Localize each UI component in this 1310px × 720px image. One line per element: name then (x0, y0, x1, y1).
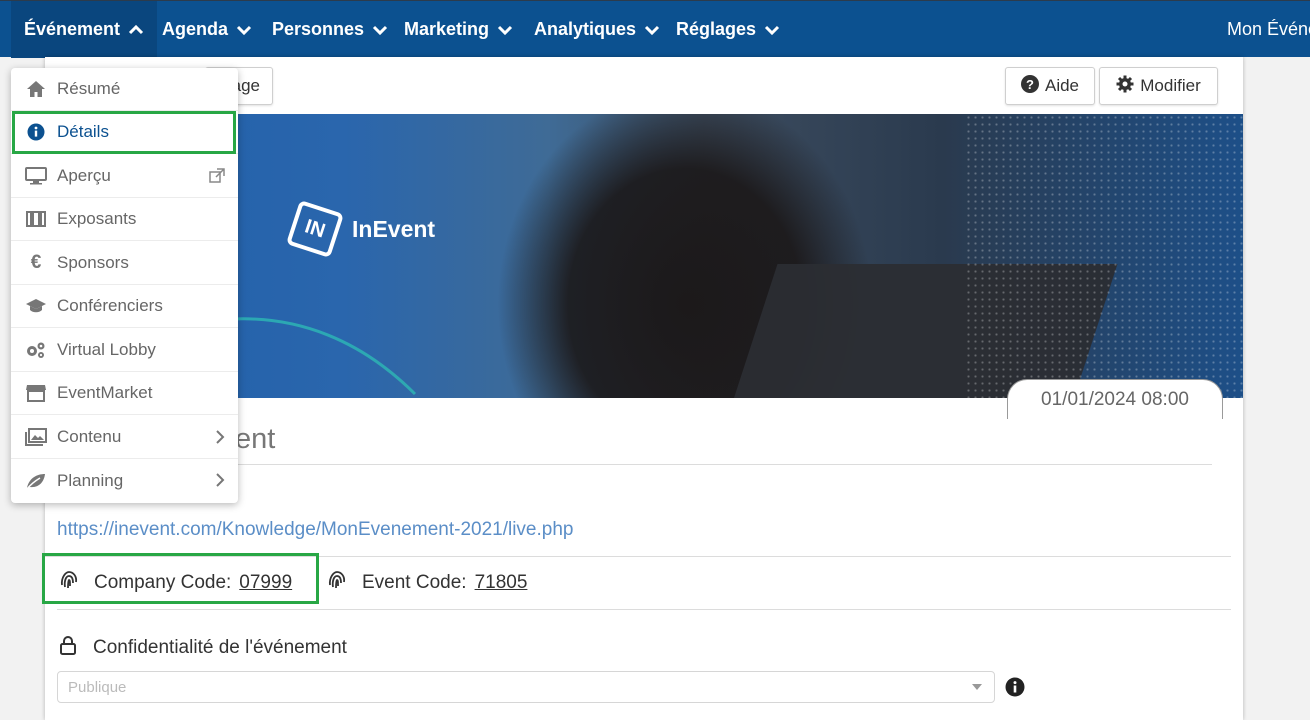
event-code-label: Event Code: (362, 572, 467, 593)
menu-item-planning[interactable]: Planning (11, 459, 238, 502)
caret-down-icon (972, 684, 982, 690)
privacy-select[interactable]: Publique (57, 671, 995, 703)
graduation-cap-icon (24, 298, 48, 314)
gear-icon (1116, 75, 1140, 98)
monitor-icon (24, 167, 48, 185)
menu-item-label: Exposants (57, 209, 137, 228)
top-navigation-bar: Événement Agenda Personnes Marketing Ana… (0, 0, 1310, 58)
nav-item-personnes[interactable]: Personnes (272, 1, 388, 58)
svg-text:?: ? (1026, 77, 1034, 92)
menu-item-label: Virtual Lobby (57, 340, 156, 359)
privacy-section-header: Confidentialité de l'événement (59, 635, 347, 661)
inevent-logo-mark: IN (286, 200, 344, 258)
menu-item-apercu[interactable]: Aperçu (11, 155, 238, 198)
chevron-down-icon (497, 25, 513, 35)
help-button-label: Aide (1044, 76, 1080, 95)
images-icon (24, 428, 48, 446)
company-code-highlight (42, 553, 319, 604)
nav-item-label: Personnes (272, 19, 365, 39)
question-circle-icon: ? (1020, 74, 1045, 98)
menu-item-label: Sponsors (57, 253, 129, 272)
store-icon (24, 384, 48, 402)
menu-item-label: Résumé (57, 79, 121, 98)
gears-icon (24, 341, 48, 359)
chevron-down-icon (644, 25, 660, 35)
external-link-icon (209, 168, 225, 189)
euro-icon: € (30, 252, 42, 273)
menu-item-label: Aperçu (57, 166, 111, 185)
event-title: ent (235, 423, 276, 455)
home-icon (24, 80, 48, 98)
nav-item-label: Marketing (404, 19, 490, 39)
chevron-down-icon (236, 25, 252, 35)
nav-event-name-label: Mon Événe (1227, 19, 1310, 39)
privacy-select-value: Publique (68, 678, 127, 696)
nav-item-agenda[interactable]: Agenda (162, 1, 252, 58)
nav-event-name[interactable]: Mon Événe (1227, 1, 1310, 58)
chevron-down-icon (764, 25, 780, 35)
chevron-down-icon (372, 25, 388, 35)
chevron-right-icon (215, 472, 225, 492)
menu-item-eventmarket[interactable]: EventMarket (11, 372, 238, 415)
booth-icon (24, 210, 48, 228)
leaf-icon (24, 472, 48, 490)
privacy-label: Confidentialité de l'événement (93, 637, 347, 658)
info-circle-icon[interactable] (1005, 677, 1025, 702)
chevron-right-icon (215, 429, 225, 449)
details-highlight (12, 111, 236, 154)
menu-item-label: EventMarket (57, 383, 153, 402)
menu-item-contenu[interactable]: Contenu (11, 416, 238, 459)
chevron-up-icon (128, 24, 144, 35)
banner-dot-pattern (965, 114, 1243, 398)
event-url-link[interactable]: https://inevent.com/Knowledge/MonEveneme… (57, 519, 573, 541)
menu-item-virtual-lobby[interactable]: Virtual Lobby (11, 329, 238, 372)
menu-item-label: Conférenciers (57, 296, 163, 315)
event-date-badge: 01/01/2024 08:00 (1007, 379, 1223, 419)
nav-item-evenement[interactable]: Événement (11, 1, 158, 58)
nav-item-label: Analytiques (534, 19, 637, 39)
evenement-dropdown-menu: Résumé Détails Aperçu Exposants € Sponso… (11, 68, 238, 503)
divider (57, 609, 1231, 610)
nav-item-label: Événement (24, 19, 121, 39)
fingerprint-icon (326, 569, 362, 597)
menu-item-exposants[interactable]: Exposants (11, 198, 238, 241)
inevent-logo: IN InEvent (286, 200, 436, 258)
menu-item-conferenciers[interactable]: Conférenciers (11, 285, 238, 328)
nav-item-analytiques[interactable]: Analytiques (534, 1, 660, 58)
menu-item-label: Contenu (57, 427, 122, 446)
nav-item-reglages[interactable]: Réglages (676, 1, 780, 58)
event-code-value[interactable]: 71805 (475, 572, 528, 594)
edit-button[interactable]: Modifier (1099, 67, 1218, 105)
edit-button-label: Modifier (1140, 76, 1201, 95)
menu-item-sponsors[interactable]: € Sponsors (11, 242, 238, 285)
nav-item-marketing[interactable]: Marketing (404, 1, 513, 58)
help-button[interactable]: ? Aide (1005, 67, 1095, 105)
menu-item-label: Planning (57, 470, 124, 490)
inevent-logo-text: InEvent (352, 215, 436, 242)
event-code: Event Code: 71805 (326, 557, 527, 609)
nav-item-label: Réglages (676, 19, 757, 39)
lock-icon (59, 635, 93, 661)
codes-row: Company Code: 07999 Event Code: 71805 (42, 553, 1231, 609)
nav-item-label: Agenda (162, 19, 229, 39)
menu-item-resume[interactable]: Résumé (11, 68, 238, 111)
